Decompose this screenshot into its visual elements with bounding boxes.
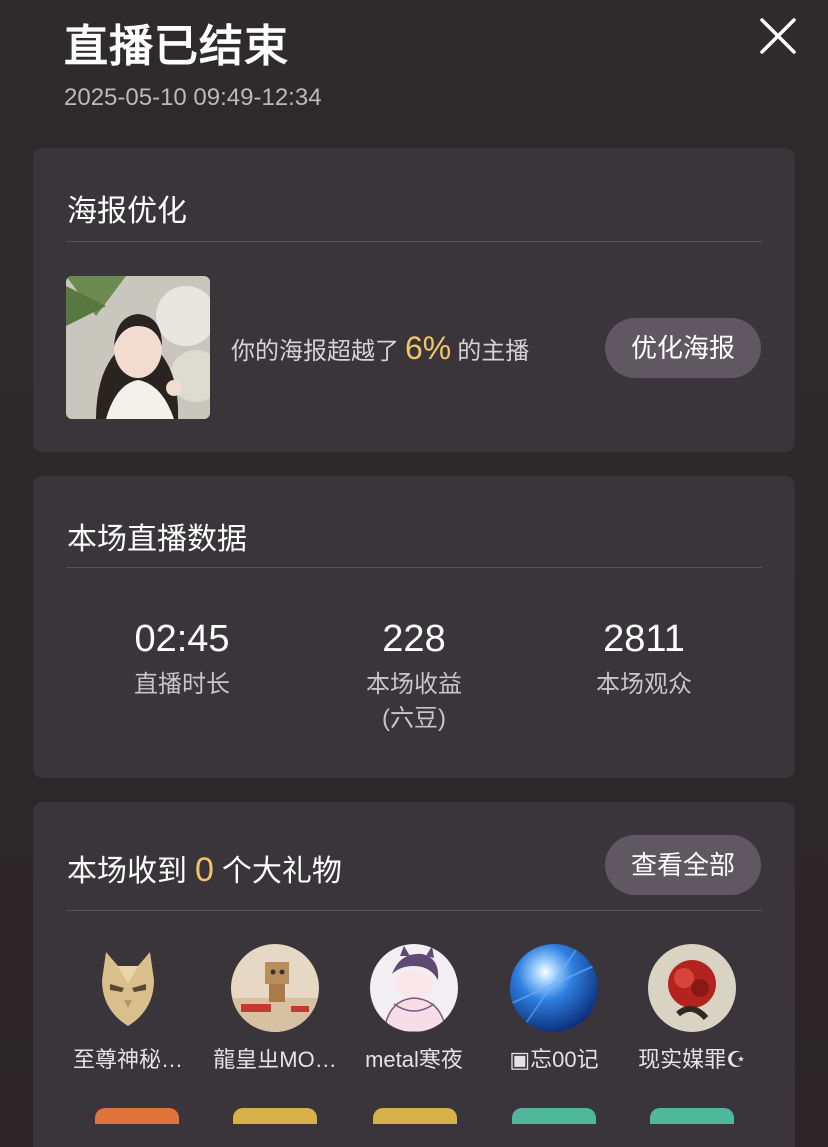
stat-value: 228	[382, 618, 446, 660]
stat-viewers: 2811 本场观众	[534, 616, 754, 702]
poster-rank-percent: 6%	[405, 330, 452, 366]
poster-card: 海报优化 你的海报超越了 6% 的主播 优化海报	[33, 148, 795, 452]
divider	[66, 910, 762, 911]
divider	[66, 567, 762, 568]
gifter-item[interactable]: 龍皇ㄓMO…	[206, 944, 344, 1074]
live-time-range: 2025-05-10 09:49-12:34	[64, 84, 322, 111]
divider	[66, 241, 762, 242]
live-stats-card: 本场直播数据 02:45 直播时长 228 本场收益 (六豆) 2811 本场观…	[33, 476, 795, 778]
rank-badge	[233, 1108, 317, 1124]
view-all-button[interactable]: 查看全部	[605, 835, 761, 895]
blue-light-avatar	[510, 944, 598, 1032]
gifter-name: ▣忘00记	[509, 1047, 599, 1072]
gifter-name: metal寒夜	[365, 1047, 463, 1072]
rank-badge	[95, 1108, 179, 1124]
gifts-card: 本场收到 0 个大礼物 查看全部 至尊神秘… 龍皇ㄓMO… metal寒夜 ▣忘…	[33, 802, 795, 1147]
rank-badge	[373, 1108, 457, 1124]
stat-label: 本场观众	[596, 671, 692, 698]
page-title: 直播已结束	[64, 22, 289, 71]
gifter-item[interactable]: 至尊神秘…	[59, 944, 197, 1074]
gifter-item[interactable]: 现实媒罪☪	[623, 944, 761, 1074]
red-flower-avatar	[648, 944, 736, 1032]
stat-earnings: 228 本场收益 (六豆)	[304, 616, 524, 736]
stat-label: 直播时长	[134, 671, 230, 698]
anime-avatar	[370, 944, 458, 1032]
stat-duration: 02:45 直播时长	[72, 616, 292, 702]
gifter-name: 龍皇ㄓMO…	[213, 1047, 337, 1072]
stat-label: 本场收益	[366, 671, 462, 698]
gifter-name: 至尊神秘…	[72, 1047, 183, 1072]
danbo-avatar	[231, 944, 319, 1032]
poster-thumbnail[interactable]	[66, 276, 210, 419]
gifts-title: 本场收到 0 个大礼物	[67, 846, 342, 890]
gifts-title-suffix: 个大礼物	[221, 855, 342, 888]
gifter-name: 现实媒罪☪	[638, 1047, 746, 1072]
rank-badge	[650, 1108, 734, 1124]
stat-value: 2811	[603, 618, 685, 660]
poster-rank-text: 你的海报超越了 6% 的主播	[231, 330, 529, 367]
optimize-poster-button[interactable]: 优化海报	[605, 318, 761, 378]
stat-value: 02:45	[134, 618, 230, 660]
gifts-title-prefix: 本场收到	[67, 855, 187, 888]
poster-rank-suffix: 的主播	[457, 338, 530, 365]
close-button[interactable]	[756, 14, 800, 58]
close-icon	[760, 18, 796, 54]
golden-mask-avatar	[84, 944, 172, 1032]
gifter-item[interactable]: ▣忘00记	[485, 944, 623, 1074]
poster-card-title: 海报优化	[67, 195, 187, 228]
gifter-item[interactable]: metal寒夜	[345, 944, 483, 1074]
gifts-count: 0	[195, 851, 214, 889]
live-stats-title: 本场直播数据	[67, 523, 247, 556]
stat-unit: (六豆)	[382, 705, 446, 732]
rank-badge	[512, 1108, 596, 1124]
poster-rank-prefix: 你的海报超越了	[231, 338, 399, 365]
